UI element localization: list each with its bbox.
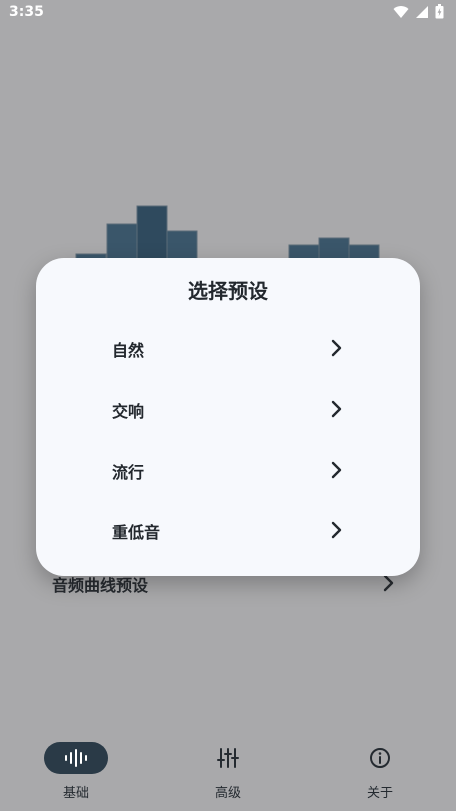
preset-option-label: 重低音: [112, 523, 161, 542]
chevron-right-icon: [331, 521, 342, 539]
nav-label-advanced: 高级: [214, 786, 241, 801]
bottom-navigation: 基础 高级 关于: [0, 728, 456, 811]
nav-item-basic[interactable]: 基础: [28, 728, 124, 811]
preset-option-bass-boost[interactable]: 重低音: [84, 506, 404, 554]
dialog-title: 选择预设: [188, 279, 268, 303]
info-icon: [370, 748, 390, 768]
preset-option-label: 自然: [112, 341, 145, 360]
select-preset-dialog: 选择预设 自然 交响 流行 重低音: [36, 258, 420, 576]
nav-item-about[interactable]: 关于: [332, 728, 428, 811]
equalizer-visualization: [75, 205, 380, 300]
chevron-right-icon: [331, 461, 342, 479]
preset-option-natural[interactable]: 自然: [84, 324, 404, 372]
sliders-icon: [217, 748, 239, 768]
preset-option-pop[interactable]: 流行: [84, 446, 404, 494]
waveform-icon: [65, 749, 87, 767]
preset-option-label: 交响: [112, 402, 145, 421]
chevron-right-icon: [331, 339, 342, 357]
nav-label-about: 关于: [366, 786, 393, 801]
chevron-right-icon: [331, 400, 342, 418]
nav-label-basic: 基础: [62, 786, 89, 801]
nav-item-advanced[interactable]: 高级: [180, 728, 276, 811]
preset-option-label: 流行: [112, 463, 145, 482]
preset-option-symphony[interactable]: 交响: [84, 385, 404, 433]
chevron-right-icon: [383, 574, 394, 592]
